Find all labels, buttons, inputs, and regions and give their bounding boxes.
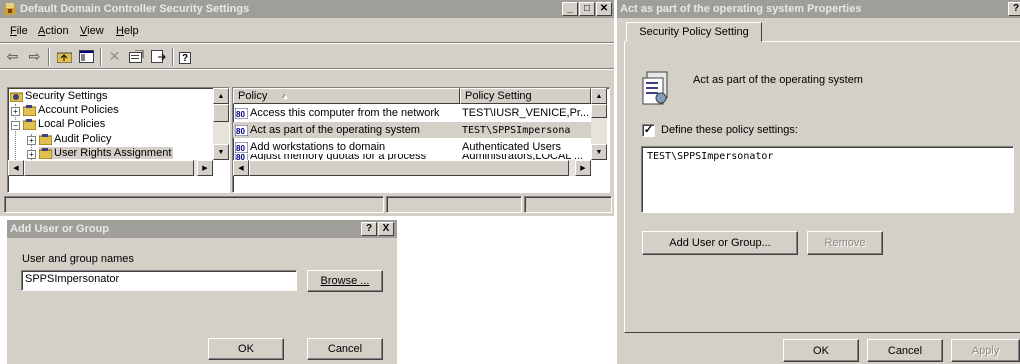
expand-account-policies[interactable]: + (11, 107, 20, 116)
menu-file[interactable]: File (10, 25, 28, 37)
add-user-or-group-dialog: Add User or Group ? X User and group nam… (7, 220, 397, 364)
collapse-local-policies[interactable]: − (11, 121, 20, 130)
add-dialog-title-bar[interactable]: Add User or Group (7, 220, 397, 238)
tree-item-account-policies[interactable]: Account Policies (22, 104, 119, 117)
delete-icon[interactable]: ✕ (106, 48, 123, 65)
back-arrow-icon[interactable]: ⇦ (4, 48, 21, 65)
table-row-selected[interactable]: 80 Act as part of the operating system TE… (233, 122, 591, 138)
svg-text:?: ? (182, 53, 188, 64)
policy-properties-dialog: Act as part of the operating system Prop… (617, 0, 1020, 364)
maximize-button[interactable]: □ (579, 2, 595, 16)
users-groups-list[interactable]: TEST\SPPSImpersonator (641, 146, 1014, 213)
add-dialog-title: Add User or Group (10, 223, 110, 235)
policy-heading: Act as part of the operating system (693, 74, 863, 86)
scroll-thumb[interactable] (249, 160, 569, 176)
help-button[interactable]: ? (361, 222, 377, 236)
scroll-right-button[interactable]: ▶ (197, 160, 213, 176)
user-group-names-input[interactable]: SPPSImpersonator (21, 270, 297, 291)
status-bar (4, 196, 612, 213)
properties-title: Act as part of the operating system Prop… (620, 3, 862, 15)
tree-vertical-scrollbar[interactable]: ▲ ▼ (213, 88, 229, 160)
scroll-thumb[interactable] (24, 160, 194, 176)
table-row[interactable]: 80 Add workstations to domain Authenticat… (233, 139, 591, 155)
scroll-up-button[interactable]: ▲ (591, 88, 607, 104)
user-right-policy-icon: 80 (235, 124, 249, 136)
scroll-left-button[interactable]: ◀ (233, 160, 249, 176)
scroll-left-button[interactable]: ◀ (8, 160, 24, 176)
help-button[interactable]: ? (1008, 2, 1020, 16)
add-user-or-group-button[interactable]: Add User or Group... (642, 231, 798, 255)
properties-title-bar[interactable]: Act as part of the operating system Prop… (617, 0, 1020, 18)
sort-ascending-icon: ▲ (281, 91, 290, 101)
list-vertical-scrollbar[interactable]: ▲ ▼ (591, 88, 607, 160)
close-button[interactable]: X (378, 222, 394, 236)
show-hide-tree-icon[interactable] (78, 48, 95, 65)
status-pane (386, 196, 522, 213)
tree-item-local-policies[interactable]: Local Policies (22, 118, 105, 131)
define-policy-checkbox[interactable]: ✓ (642, 124, 655, 137)
mmc-title-bar[interactable]: Default Domain Controller Security Setti… (0, 0, 614, 18)
status-pane (4, 196, 384, 213)
remove-button[interactable]: Remove (807, 231, 883, 255)
mmc-title: Default Domain Controller Security Setti… (20, 3, 250, 15)
ok-button[interactable]: OK (783, 339, 859, 362)
scroll-thumb[interactable] (213, 104, 229, 122)
list-item[interactable]: TEST\SPPSImpersonator (647, 151, 1008, 162)
status-pane (524, 196, 612, 213)
scroll-down-button[interactable]: ▼ (591, 144, 607, 160)
svg-text:80: 80 (236, 110, 245, 119)
column-header-policy-setting[interactable]: Policy Setting (460, 88, 591, 104)
export-icon[interactable] (150, 48, 167, 65)
user-right-policy-icon: 80 (235, 107, 249, 119)
mmc-window: Default Domain Controller Security Setti… (0, 0, 614, 216)
scroll-up-button[interactable]: ▲ (213, 88, 229, 104)
column-header-policy[interactable]: Policy ▲ (233, 88, 460, 104)
svg-text:80: 80 (236, 127, 245, 136)
mmc-app-icon (3, 2, 17, 16)
list-horizontal-scrollbar[interactable]: ◀ ▶ (233, 160, 591, 176)
expand-user-rights[interactable]: + (27, 150, 36, 159)
user-group-names-label: User and group names (22, 253, 134, 265)
close-button[interactable]: ✕ (596, 2, 612, 16)
policy-settings-icon (641, 70, 677, 106)
svg-text:80: 80 (236, 144, 245, 153)
tree-horizontal-scrollbar[interactable]: ◀ ▶ (8, 160, 213, 176)
scroll-right-button[interactable]: ▶ (575, 160, 591, 176)
up-folder-icon[interactable] (56, 48, 73, 65)
folder-policy-icon (38, 133, 53, 146)
ok-button[interactable]: OK (208, 338, 284, 360)
tab-security-policy-setting[interactable]: Security Policy Setting (626, 22, 762, 42)
scroll-down-button[interactable]: ▼ (213, 144, 229, 160)
tree-item-user-rights-assignment[interactable]: User Rights Assignment (38, 147, 174, 160)
expand-audit-policy[interactable]: + (27, 136, 36, 145)
tree-pane[interactable]: Security Settings + Account Policies − L… (7, 87, 230, 193)
user-right-policy-icon: 80 (235, 141, 249, 153)
security-settings-icon (9, 91, 24, 103)
folder-policy-icon (22, 104, 37, 117)
scroll-thumb[interactable] (591, 104, 607, 118)
tree-root[interactable]: Security Settings (9, 90, 108, 103)
properties-icon[interactable] (128, 48, 145, 65)
help-icon[interactable]: ? (178, 48, 195, 65)
menu-help[interactable]: Help (116, 25, 139, 37)
cancel-button[interactable]: Cancel (867, 339, 943, 362)
folder-policy-icon (38, 147, 53, 160)
table-row[interactable]: 80 Access this computer from the network … (233, 105, 591, 121)
menu-action[interactable]: Action (38, 25, 69, 37)
menu-view[interactable]: View (80, 25, 104, 37)
policy-list-pane[interactable]: Policy ▲ Policy Setting 80 Access this co… (232, 87, 610, 193)
browse-button[interactable]: Browse ... (307, 270, 383, 292)
folder-policy-icon (22, 118, 37, 131)
minimize-button[interactable]: _ (562, 2, 578, 16)
apply-button[interactable]: Apply (951, 339, 1020, 362)
forward-arrow-icon[interactable]: ⇨ (26, 48, 43, 65)
tree-item-audit-policy[interactable]: Audit Policy (38, 133, 111, 146)
cancel-button[interactable]: Cancel (307, 338, 383, 360)
define-policy-checkbox-label[interactable]: Define these policy settings: (661, 124, 798, 136)
